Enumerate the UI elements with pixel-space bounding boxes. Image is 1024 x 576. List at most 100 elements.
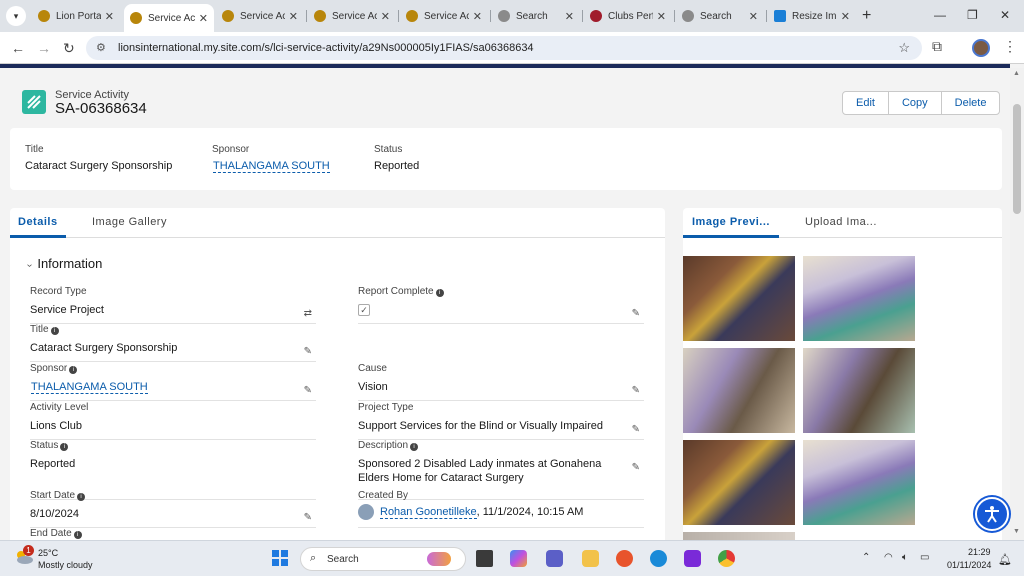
chrome-icon[interactable] [718, 550, 735, 567]
tab-separator [766, 10, 767, 22]
edit-pencil-icon[interactable]: ✎ [632, 308, 640, 319]
edit-pencil-icon[interactable]: ✎ [632, 385, 640, 396]
gallery-photo[interactable] [683, 440, 795, 525]
close-tab-icon[interactable]: ✕ [105, 10, 114, 23]
taskbar-search[interactable]: ⌕ Search [300, 547, 466, 571]
record-header: Service Activity SA-06368634 Edit Copy D… [0, 68, 1010, 126]
edit-pencil-icon[interactable]: ✎ [304, 346, 312, 357]
restore-icon[interactable]: ❐ [967, 8, 978, 22]
edge-icon[interactable] [650, 550, 667, 567]
scroll-down-icon[interactable]: ▼ [1013, 528, 1020, 535]
bookmark-star-icon[interactable]: ☆ [898, 40, 910, 56]
edit-button[interactable]: Edit [843, 92, 889, 114]
tab-upload-image[interactable]: Upload Ima... [805, 216, 877, 228]
browser-tab[interactable]: Service Ac ✕ [400, 4, 488, 28]
site-info-icon[interactable]: ⚙ [96, 41, 106, 54]
accessibility-icon[interactable] [975, 497, 1009, 531]
windows-start-icon[interactable] [272, 550, 288, 566]
field-sponsor: Sponsor i THALANGAMA SOUTH ✎ [30, 363, 316, 401]
scroll-up-icon[interactable]: ▲ [1013, 70, 1020, 77]
task-view-icon[interactable] [476, 550, 493, 567]
info-icon[interactable]: i [50, 327, 59, 335]
scrollbar-thumb[interactable] [1013, 104, 1021, 214]
info-icon[interactable]: i [69, 366, 78, 374]
close-tab-icon[interactable]: ✕ [565, 10, 574, 23]
url-text[interactable]: lionsinternational.my.site.com/s/lci-ser… [118, 42, 534, 54]
show-hidden-icons-icon[interactable]: ⌃ [862, 552, 870, 563]
browser-tab[interactable]: Search ✕ [676, 4, 764, 28]
close-tab-icon[interactable]: ✕ [657, 10, 666, 23]
field-title: Title i Cataract Surgery Sponsorship ✎ [30, 324, 316, 362]
info-icon[interactable]: i [435, 289, 444, 297]
taskbar-time[interactable]: 21:29 [968, 547, 991, 557]
browser-tab[interactable]: Service Ac ✕ [216, 4, 304, 28]
edit-pencil-icon[interactable]: ✎ [632, 424, 640, 435]
extensions-icon[interactable]: ⧉ [932, 38, 942, 55]
close-tab-icon[interactable]: ✕ [841, 10, 850, 23]
gallery-photo[interactable] [803, 348, 915, 433]
new-tab-button[interactable]: + [862, 7, 871, 25]
close-window-icon[interactable]: ✕ [1000, 8, 1010, 22]
weather-description[interactable]: Mostly cloudy [38, 560, 93, 570]
profile-avatar[interactable] [972, 39, 990, 57]
gallery-photo[interactable] [683, 348, 795, 433]
change-record-type-icon[interactable]: ⇄ [304, 308, 312, 319]
notification-bell-icon[interactable]: 🔔︎ [998, 553, 1012, 566]
taskbar-date[interactable]: 01/11/2024 [947, 560, 991, 570]
edit-pencil-icon[interactable]: ✎ [304, 385, 312, 396]
close-tab-icon[interactable]: ✕ [749, 10, 758, 23]
browser-menu-icon[interactable]: ⋮ [1003, 38, 1017, 55]
minimize-icon[interactable]: — [934, 8, 946, 22]
info-icon[interactable]: i [60, 443, 69, 451]
battery-icon[interactable]: ▭ [920, 552, 929, 563]
info-icon[interactable]: i [73, 531, 82, 539]
lions-favicon-icon [38, 10, 50, 22]
page-scrollbar[interactable]: ▲ ▼ [1010, 68, 1024, 540]
app-icon[interactable] [684, 550, 701, 567]
close-tab-icon[interactable]: ✕ [473, 10, 482, 23]
info-icon[interactable]: i [410, 443, 419, 451]
sponsor-link[interactable]: THALANGAMA SOUTH [31, 381, 148, 394]
gallery-photo[interactable] [683, 532, 795, 540]
sponsor-link[interactable]: THALANGAMA SOUTH [213, 160, 330, 173]
browser-tab[interactable]: Lion Porta ✕ [32, 4, 120, 28]
edit-pencil-icon[interactable]: ✎ [632, 462, 640, 473]
firefox-icon[interactable] [616, 550, 633, 567]
browser-tab[interactable]: Service Ac ✕ [308, 4, 396, 28]
gallery-photo[interactable] [803, 440, 915, 525]
close-tab-icon[interactable]: ✕ [199, 12, 208, 25]
user-avatar-icon [358, 504, 374, 520]
close-tab-icon[interactable]: ✕ [289, 10, 298, 23]
reload-icon[interactable]: ↻ [63, 40, 75, 57]
gallery-photo[interactable] [803, 256, 915, 341]
browser-tab[interactable]: Clubs Perf ✕ [584, 4, 672, 28]
forward-arrow-icon[interactable]: → [37, 40, 51, 56]
tab-image-gallery[interactable]: Image Gallery [92, 216, 167, 228]
active-tab-indicator [10, 235, 66, 238]
teams-icon[interactable] [546, 550, 563, 567]
file-explorer-icon[interactable] [582, 550, 599, 567]
browser-tab[interactable]: Resize Im ✕ [768, 4, 856, 28]
close-tab-icon[interactable]: ✕ [381, 10, 390, 23]
gallery-photo[interactable] [683, 256, 795, 341]
tab-details[interactable]: Details [18, 216, 58, 228]
report-complete-checkbox[interactable]: ✓ [358, 304, 370, 316]
copilot-icon[interactable] [510, 550, 527, 567]
volume-icon[interactable]: 🔈︎ [902, 552, 908, 563]
browser-tab[interactable]: Search ✕ [492, 4, 580, 28]
address-bar[interactable]: ⚙ lionsinternational.my.site.com/s/lci-s… [86, 36, 922, 60]
browser-tab-active[interactable]: Service Ac ✕ [124, 4, 214, 32]
record-action-buttons: Edit Copy Delete [842, 91, 1001, 115]
created-by-link[interactable]: Rohan Goonetilleke [380, 505, 477, 519]
information-section-toggle[interactable]: › Information [24, 256, 102, 271]
copy-button[interactable]: Copy [889, 92, 942, 114]
tab-image-preview[interactable]: Image Previ... [692, 216, 770, 228]
field-cause: Cause Vision ✎ [358, 363, 644, 401]
edit-pencil-icon[interactable]: ✎ [304, 512, 312, 523]
weather-temperature[interactable]: 25°C [38, 548, 58, 558]
info-icon[interactable]: i [77, 493, 86, 501]
back-arrow-icon[interactable]: ← [11, 40, 25, 56]
delete-button[interactable]: Delete [942, 92, 1000, 114]
wifi-icon[interactable]: ◠ [884, 552, 893, 563]
tab-search-button[interactable]: ▾ [6, 6, 26, 26]
